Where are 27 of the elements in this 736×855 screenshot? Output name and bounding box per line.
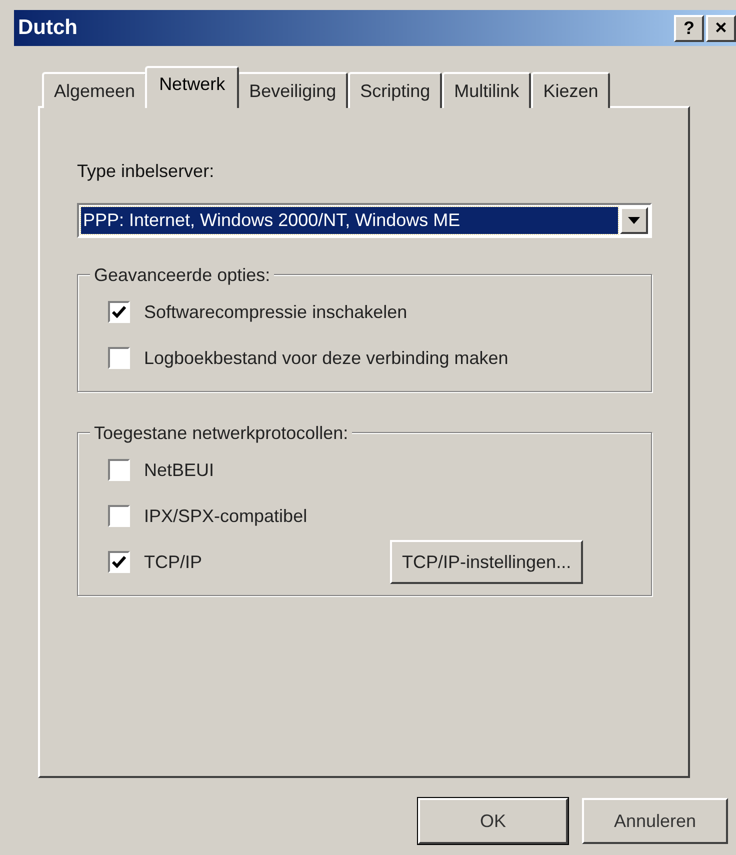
tab[interactable]: Algemeen bbox=[42, 72, 148, 108]
dropdown-value[interactable]: PPP: Internet, Windows 2000/NT, Windows ME bbox=[81, 207, 618, 234]
close-button[interactable]: × bbox=[706, 14, 736, 42]
tab[interactable]: Scripting bbox=[348, 72, 442, 108]
checkbox[interactable] bbox=[108, 505, 130, 527]
checkbox[interactable] bbox=[108, 301, 130, 323]
window-title: Dutch bbox=[18, 15, 78, 42]
checkbox-label[interactable]: Softwarecompressie inschakelen bbox=[144, 298, 408, 326]
server-type-dropdown[interactable]: PPP: Internet, Windows 2000/NT, Windows ME bbox=[77, 203, 652, 238]
settings-button[interactable]: TCP/IP-instellingen... bbox=[390, 540, 584, 584]
checkbox[interactable] bbox=[108, 551, 130, 573]
tab[interactable]: Beveiliging bbox=[237, 72, 348, 108]
checkbox[interactable] bbox=[108, 459, 130, 481]
checkbox-label[interactable]: TCP/IP bbox=[144, 548, 364, 576]
field-label: Type inbelserver: bbox=[77, 160, 214, 183]
tab[interactable]: Kiezen bbox=[531, 72, 610, 108]
checkbox-label[interactable]: IPX/SPX-compatibel bbox=[144, 502, 308, 530]
check-icon bbox=[112, 556, 126, 568]
checkbox[interactable] bbox=[108, 347, 130, 369]
tab[interactable]: Netwerk bbox=[145, 66, 240, 108]
check-icon bbox=[112, 306, 126, 318]
help-button[interactable]: ? bbox=[674, 14, 704, 42]
checkbox-label[interactable]: Logboekbestand voor deze verbinding maken bbox=[144, 344, 508, 372]
dialog-button[interactable]: Annuleren bbox=[582, 798, 728, 844]
dialog-button[interactable]: OK bbox=[418, 798, 568, 844]
checkbox-label[interactable]: NetBEUI bbox=[144, 456, 214, 484]
tab[interactable]: Multilink bbox=[442, 72, 532, 108]
